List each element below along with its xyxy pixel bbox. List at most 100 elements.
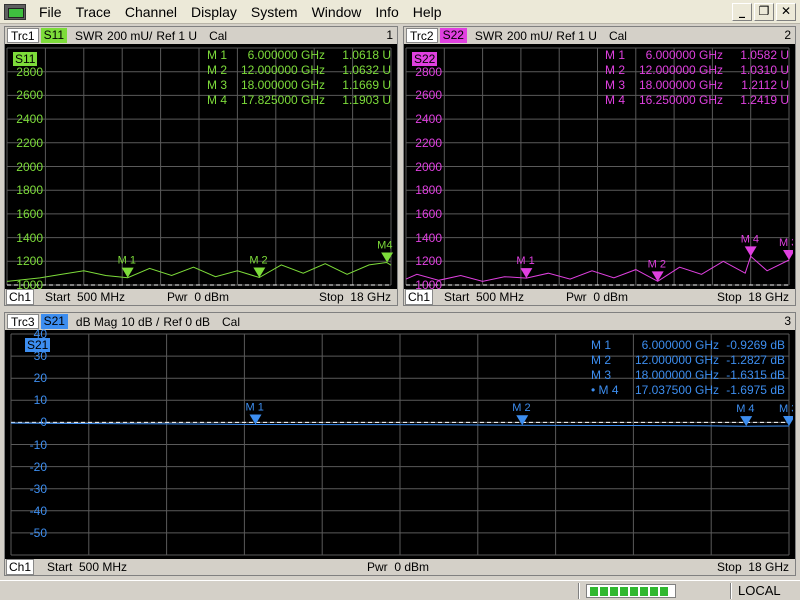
trace-tag[interactable]: Trc1	[7, 28, 39, 43]
marker-triangle	[520, 268, 533, 279]
trace-label[interactable]: S22	[412, 52, 438, 66]
power-level[interactable]: Pwr 0 dBm	[566, 290, 628, 304]
marker-freq: 6.000000 GHz	[247, 48, 325, 62]
power-level[interactable]: Pwr 0 dBm	[367, 560, 429, 574]
marker-value: 1.1669 U	[342, 78, 391, 92]
y-tick-label: 2000	[415, 159, 442, 174]
sparam-tag[interactable]: S22	[439, 28, 467, 43]
y-tick-label: 2000	[16, 159, 43, 174]
channel-footer: Ch1 Start 500 MHz Pwr 0 dBm Stop 18 GHz	[5, 289, 397, 305]
channel-tag[interactable]: Ch1	[6, 289, 35, 305]
diagram-number: 1	[386, 28, 393, 42]
start-freq[interactable]: Start 500 MHz	[47, 560, 127, 574]
marker-plot-label: M 4	[736, 403, 754, 415]
marker-name: M 1	[207, 48, 228, 62]
trace-label[interactable]: S21	[25, 338, 51, 352]
activity-led	[620, 586, 628, 596]
marker-info-row: M 1 6.000000 GHz -0.9269 dB	[591, 338, 785, 353]
menu-file[interactable]: File	[32, 2, 69, 22]
diagram-number: 2	[784, 28, 791, 42]
y-tick-label: 1800	[415, 183, 442, 198]
marker-info-table[interactable]: M 1 6.000000 GHz -0.9269 dB M 2 12.000000 GH…	[591, 338, 785, 398]
diagram-area-2[interactable]: Trc2S22SWR200 mU/Ref 1 UCal2M 1M 2M 4M 3…	[403, 26, 796, 306]
y-tick-label: 1400	[16, 230, 43, 245]
plot-area[interactable]: M 1M 2 M4 2800 2600 2400 2200 2000 1800 1600 1400…	[5, 44, 397, 292]
app-icon[interactable]	[4, 3, 26, 20]
marker-info-row: • M 4 17.037500 GHz -1.6975 dB	[591, 383, 785, 398]
scale-label[interactable]: 200 mU/	[507, 29, 552, 43]
ref-label[interactable]: Ref 1 U	[556, 29, 597, 43]
y-tick-label: 2400	[415, 112, 442, 127]
marker-value: 1.0582 U	[740, 48, 789, 62]
marker-freq: 18.000000 GHz	[638, 78, 723, 92]
marker-info-row: M 3 18.000000 GHz 1.1669 U	[207, 78, 391, 93]
start-freq[interactable]: Start 500 MHz	[45, 290, 125, 304]
marker-plot-label: M 1	[246, 401, 264, 413]
scale-label[interactable]: 200 mU/	[107, 29, 152, 43]
menu-system[interactable]: System	[244, 2, 305, 22]
stop-freq[interactable]: Stop 18 GHz	[717, 560, 789, 574]
plot-area[interactable]: M 1M 2M 4M 32800260024002200200018001600…	[404, 44, 795, 292]
stop-freq[interactable]: Stop 18 GHz	[319, 290, 391, 304]
sparam-tag[interactable]: S11	[40, 28, 68, 43]
channel-tag[interactable]: Ch1	[6, 559, 35, 575]
trace-header: Trc3 S21 dB Mag 10 dB / Ref 0 dB Cal 3	[5, 313, 795, 330]
marker-plot-label: M 2	[512, 402, 530, 414]
marker-value: 1.0632 U	[342, 63, 391, 77]
marker-name: M 1	[591, 338, 612, 352]
ref-label[interactable]: Ref 0 dB	[163, 315, 210, 329]
marker-plot-label: M 1	[516, 255, 534, 267]
diagram-area-1[interactable]: Trc1 S11 SWR 200 mU/Ref 1 U Cal 1 M 1M 2 M4 2800…	[4, 26, 398, 306]
marker-freq: 12.000000 GHz	[638, 63, 723, 77]
ref-label[interactable]: Ref 1 U	[156, 29, 197, 43]
stop-freq[interactable]: Stop 18 GHz	[717, 290, 789, 304]
activity-led	[590, 586, 598, 596]
marker-value: 1.2419 U	[740, 93, 789, 107]
format-label[interactable]: dB Mag	[76, 315, 117, 329]
y-tick-label: -30	[29, 481, 47, 496]
trace-tag[interactable]: Trc2	[406, 28, 438, 43]
trace-label[interactable]: S11	[13, 52, 38, 66]
activity-led	[660, 586, 668, 596]
channel-footer: Ch1 Start 500 MHz Pwr 0 dBm Stop 18 GHz	[404, 289, 795, 305]
menu-help[interactable]: Help	[406, 2, 449, 22]
window-controls: _ ❐ ✕	[732, 3, 796, 21]
plot-area[interactable]: M 1M 2M 4M 3403020100-10-20-30-40-50S21M…	[5, 327, 795, 559]
menu-trace[interactable]: Trace	[69, 2, 118, 22]
marker-name: M 2	[605, 63, 626, 77]
menu-channel[interactable]: Channel	[118, 2, 184, 22]
start-freq[interactable]: Start 500 MHz	[444, 290, 524, 304]
activity-led	[650, 586, 658, 596]
y-tick-label: 1600	[415, 206, 442, 221]
y-tick-label: 2400	[16, 112, 43, 127]
marker-freq: 6.000000 GHz	[645, 48, 723, 62]
menu-window[interactable]: Window	[305, 2, 369, 22]
marker-info-table[interactable]: M 1 6.000000 GHz 1.0618 UM 2 12.000000 GHz 1…	[207, 48, 391, 108]
power-level[interactable]: Pwr 0 dBm	[167, 290, 229, 304]
minimize-button[interactable]: _	[732, 3, 752, 21]
scale-label[interactable]: 10 dB /	[121, 315, 159, 329]
marker-plot-label: M 3	[779, 403, 793, 415]
diagram-area-3[interactable]: Trc3 S21 dB Mag 10 dB / Ref 0 dB Cal 3 M 1M 2M …	[4, 312, 796, 576]
marker-freq: 18.000000 GHz	[634, 368, 719, 382]
menu-info[interactable]: Info	[368, 2, 405, 22]
y-tick-label: 2200	[415, 135, 442, 150]
activity-led	[610, 586, 618, 596]
y-tick-label: 1400	[415, 230, 442, 245]
marker-plot-label: M 2	[249, 255, 267, 267]
marker-info-row: M 2 12.000000 GHz -1.2827 dB	[591, 353, 785, 368]
close-button[interactable]: ✕	[776, 3, 796, 21]
marker-freq: 16.250000 GHz	[638, 93, 723, 107]
cal-label: Cal	[608, 28, 627, 43]
channel-tag[interactable]: Ch1	[405, 289, 434, 305]
format-label[interactable]: SWR	[475, 29, 503, 43]
marker-value: -1.6315 dB	[726, 368, 785, 382]
marker-info-table[interactable]: M 1 6.000000 GHz 1.0582 UM 2 12.000000 GHz 1…	[605, 48, 789, 108]
remote-mode-label: LOCAL	[738, 583, 781, 598]
menu-display[interactable]: Display	[184, 2, 244, 22]
y-tick-label: -10	[29, 437, 47, 452]
format-label[interactable]: SWR	[75, 29, 103, 43]
restore-button[interactable]: ❐	[754, 3, 774, 21]
y-tick-label: 2200	[16, 135, 43, 150]
marker-info-row: M 2 12.000000 GHz 1.0632 U	[207, 63, 391, 78]
